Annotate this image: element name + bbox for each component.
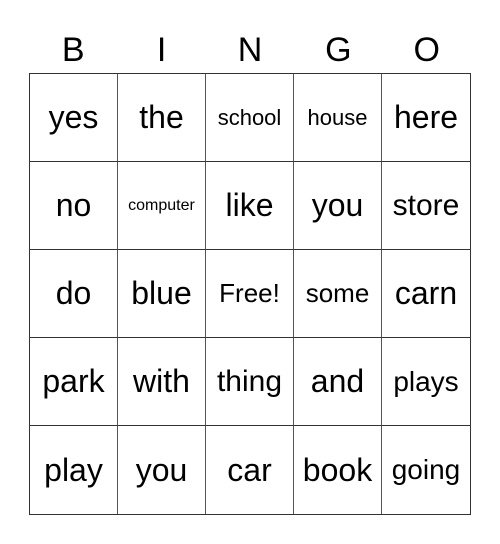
bingo-cell[interactable]: book xyxy=(294,426,382,514)
bingo-cell[interactable]: like xyxy=(206,162,294,250)
bingo-cell[interactable]: thing xyxy=(206,338,294,426)
bingo-board: yes the school house here no computer li… xyxy=(29,73,471,515)
bingo-cell[interactable]: you xyxy=(294,162,382,250)
bingo-cell[interactable]: plays xyxy=(382,338,470,426)
bingo-cell[interactable]: blue xyxy=(118,250,206,338)
bingo-cell[interactable]: park xyxy=(30,338,118,426)
bingo-cell[interactable]: some xyxy=(294,250,382,338)
bingo-cell[interactable]: house xyxy=(294,74,382,162)
bingo-cell[interactable]: here xyxy=(382,74,470,162)
bingo-cell[interactable]: computer xyxy=(118,162,206,250)
bingo-cell[interactable]: yes xyxy=(30,74,118,162)
bingo-cell[interactable]: no xyxy=(30,162,118,250)
bingo-cell[interactable]: school xyxy=(206,74,294,162)
header-letter-n: N xyxy=(237,31,263,69)
bingo-cell[interactable]: you xyxy=(118,426,206,514)
header-letter-b: B xyxy=(61,31,85,69)
bingo-header: B I N G O xyxy=(29,28,471,72)
bingo-cell[interactable]: carn xyxy=(382,250,470,338)
bingo-cell[interactable]: do xyxy=(30,250,118,338)
header-letter-o: O xyxy=(413,31,440,69)
bingo-cell[interactable]: going xyxy=(382,426,470,514)
bingo-cell[interactable]: the xyxy=(118,74,206,162)
free-space-cell[interactable]: Free! xyxy=(206,250,294,338)
bingo-cell[interactable]: store xyxy=(382,162,470,250)
header-letter-i: I xyxy=(156,31,167,69)
header-letter-g: G xyxy=(325,31,352,69)
bingo-cell[interactable]: play xyxy=(30,426,118,514)
bingo-cell[interactable]: car xyxy=(206,426,294,514)
bingo-cell[interactable]: and xyxy=(294,338,382,426)
bingo-cell[interactable]: with xyxy=(118,338,206,426)
